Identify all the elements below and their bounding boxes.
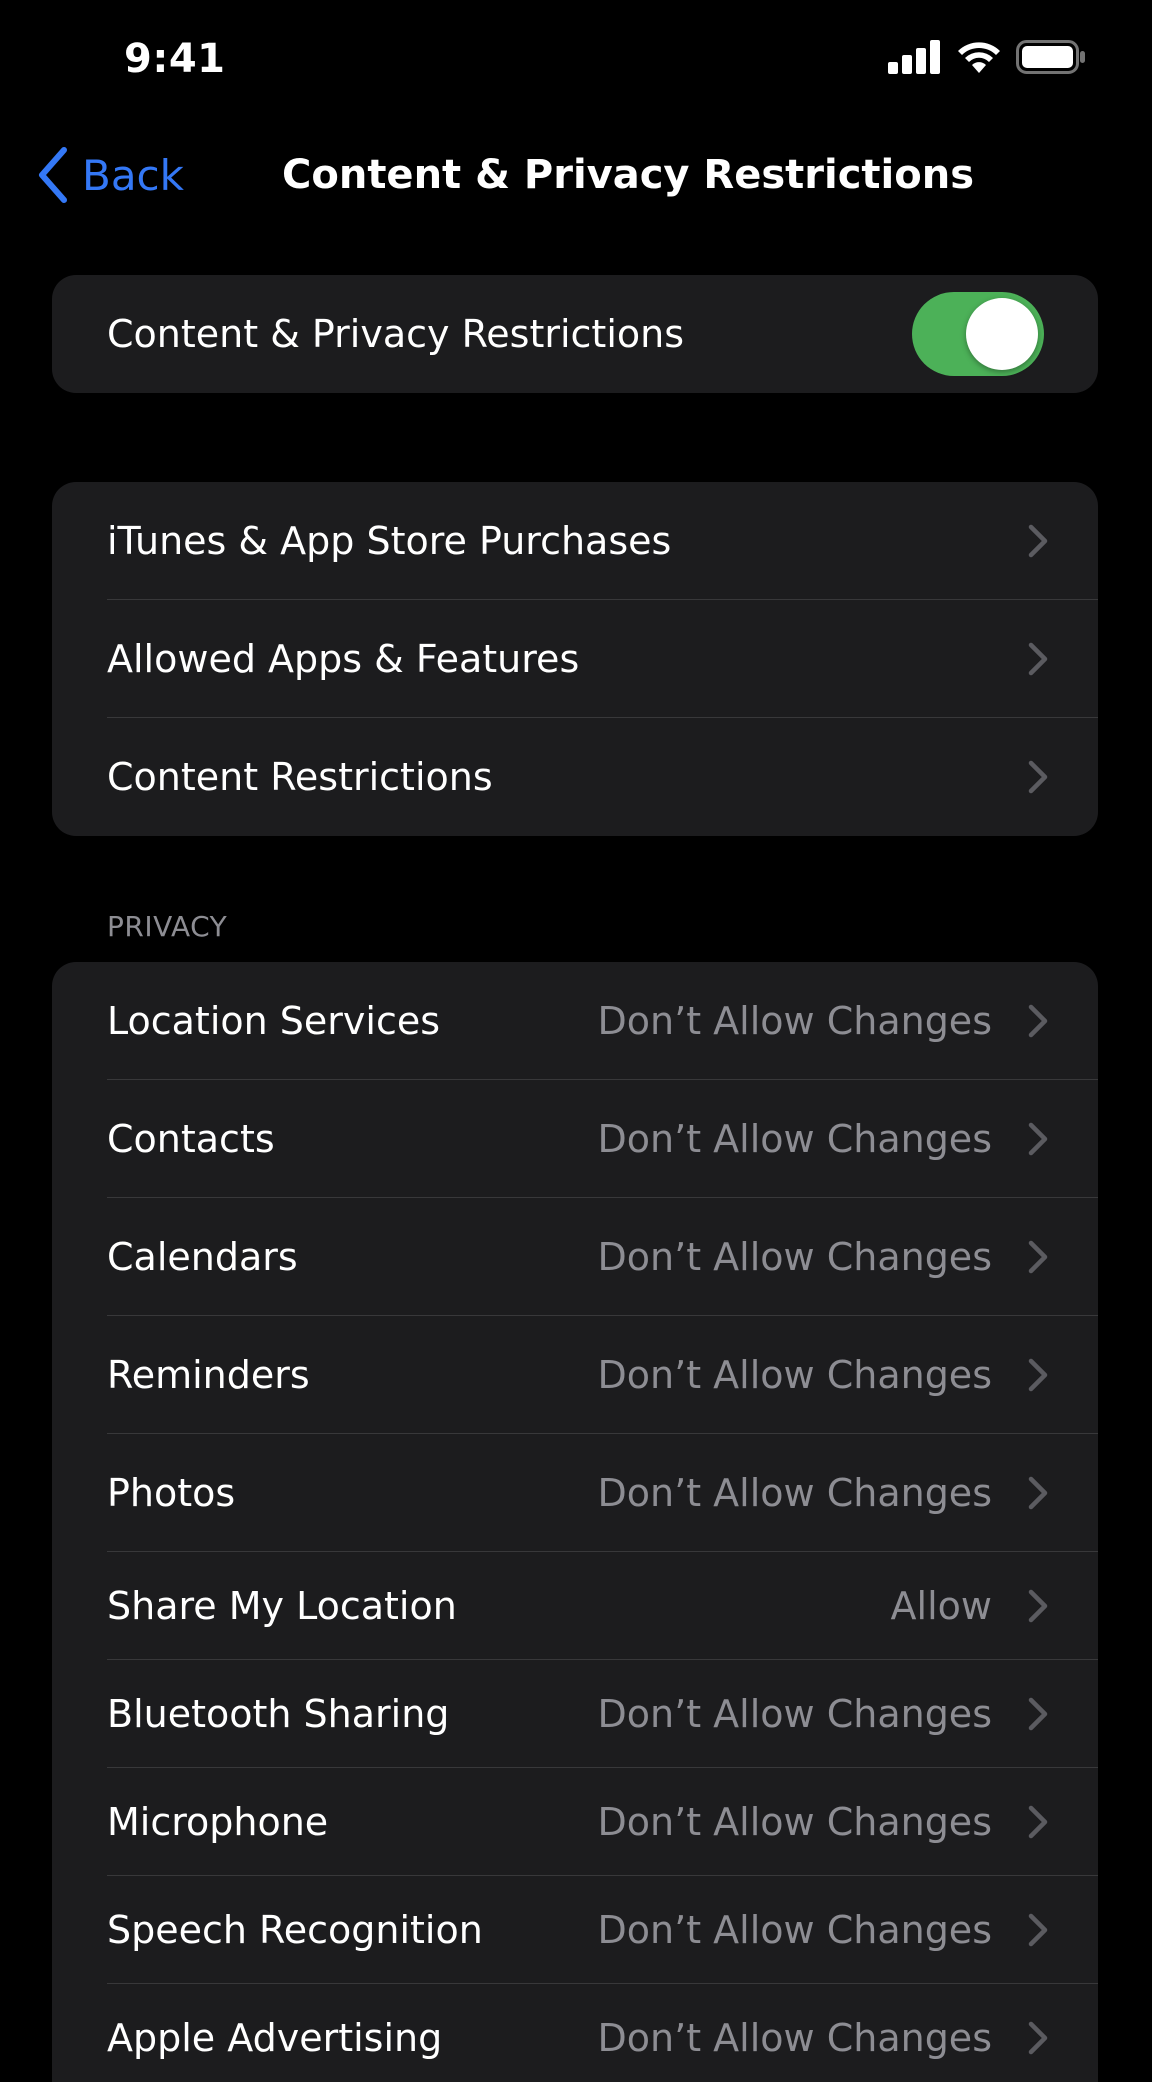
chevron-right-icon [1028,760,1048,794]
toggle-knob [966,298,1038,370]
main-toggle-group: Content & Privacy Restrictions [52,275,1098,393]
list-item-label: Allowed Apps & Features [107,637,580,681]
chevron-right-icon [1028,1240,1048,1274]
list-item-share-my-location[interactable]: Share My Location Allow [52,1552,1098,1660]
list-item-value: Don’t Allow Changes [597,1353,992,1397]
list-item-value: Allow [890,1584,992,1628]
chevron-right-icon [1028,524,1048,558]
content-privacy-toggle-label: Content & Privacy Restrictions [107,312,685,356]
list-item-label: Bluetooth Sharing [107,1692,450,1736]
list-item-label: iTunes & App Store Purchases [107,519,672,563]
list-item-content-restrictions[interactable]: Content Restrictions [52,718,1098,836]
status-time: 9:41 [124,36,226,82]
list-item-label: Apple Advertising [107,2016,443,2060]
chevron-right-icon [1028,1476,1048,1510]
content-privacy-toggle[interactable] [912,292,1044,376]
list-item-itunes-app-store-purchases[interactable]: iTunes & App Store Purchases [52,482,1098,600]
list-item-allowed-apps-features[interactable]: Allowed Apps & Features [52,600,1098,718]
list-item-value: Don’t Allow Changes [597,1908,992,1952]
list-item-label: Calendars [107,1235,298,1279]
status-bar: 9:41 [0,0,1152,120]
list-item-value: Don’t Allow Changes [597,1800,992,1844]
back-label: Back [82,150,184,200]
list-item-value: Don’t Allow Changes [597,1692,992,1736]
list-item-label: Photos [107,1471,236,1515]
list-item-microphone[interactable]: Microphone Don’t Allow Changes [52,1768,1098,1876]
page-title: Content & Privacy Restrictions [282,152,975,198]
back-button[interactable]: Back [36,140,184,210]
content-privacy-toggle-row: Content & Privacy Restrictions [52,275,1098,393]
wifi-icon [958,42,1000,73]
list-item-label: Reminders [107,1353,310,1397]
chevron-right-icon [1028,1004,1048,1038]
list-item-apple-advertising[interactable]: Apple Advertising Don’t Allow Changes [52,1984,1098,2082]
chevron-left-icon [39,147,67,203]
list-item-bluetooth-sharing[interactable]: Bluetooth Sharing Don’t Allow Changes [52,1660,1098,1768]
chevron-right-icon [1028,1122,1048,1156]
list-item-photos[interactable]: Photos Don’t Allow Changes [52,1434,1098,1552]
list-item-location-services[interactable]: Location Services Don’t Allow Changes [52,962,1098,1080]
chevron-right-icon [1028,1913,1048,1947]
list-item-reminders[interactable]: Reminders Don’t Allow Changes [52,1316,1098,1434]
list-item-label: Content Restrictions [107,755,493,799]
privacy-section-header: PRIVACY [107,910,228,943]
list-item-value: Don’t Allow Changes [597,2016,992,2060]
list-item-value: Don’t Allow Changes [597,1117,992,1161]
status-icons [888,40,1086,74]
chevron-right-icon [1028,1358,1048,1392]
nav-bar: Back Content & Privacy Restrictions [0,130,1152,220]
privacy-settings-group: Location Services Don’t Allow Changes Co… [52,962,1098,2082]
chevron-right-icon [1028,642,1048,676]
list-item-contacts[interactable]: Contacts Don’t Allow Changes [52,1080,1098,1198]
list-item-label: Microphone [107,1800,329,1844]
list-item-value: Don’t Allow Changes [597,1235,992,1279]
store-settings-group: iTunes & App Store Purchases Allowed App… [52,482,1098,836]
list-item-label: Contacts [107,1117,275,1161]
list-item-label: Speech Recognition [107,1908,483,1952]
list-item-speech-recognition[interactable]: Speech Recognition Don’t Allow Changes [52,1876,1098,1984]
list-item-value: Don’t Allow Changes [597,1471,992,1515]
chevron-right-icon [1028,1589,1048,1623]
cellular-signal-icon [888,40,940,74]
battery-icon [1016,40,1085,74]
list-item-label: Share My Location [107,1584,457,1628]
list-item-calendars[interactable]: Calendars Don’t Allow Changes [52,1198,1098,1316]
chevron-right-icon [1028,2021,1048,2055]
list-item-value: Don’t Allow Changes [597,999,992,1043]
chevron-right-icon [1028,1697,1048,1731]
chevron-right-icon [1028,1805,1048,1839]
list-item-label: Location Services [107,999,441,1043]
